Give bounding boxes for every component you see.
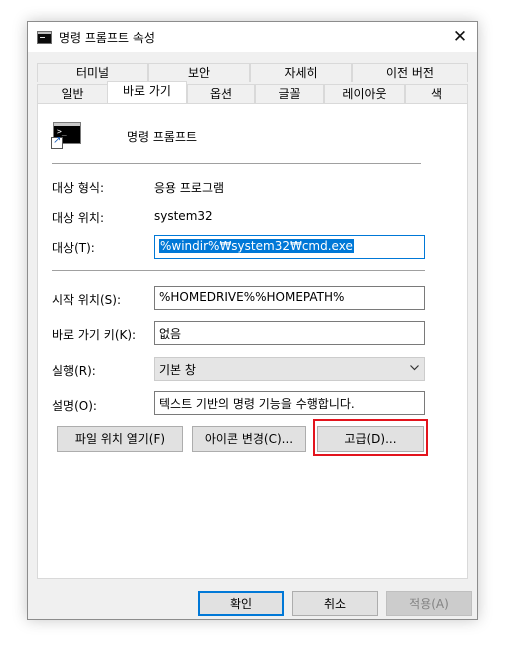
comment-input[interactable]: 텍스트 기반의 명령 기능을 수행합니다. — [154, 391, 425, 415]
run-label: 실행(R): — [52, 364, 96, 378]
cmd-title-icon — [37, 31, 52, 44]
target-location-label: 대상 위치: — [52, 211, 105, 225]
tab-shortcut[interactable]: 바로 가기 — [107, 81, 187, 103]
tab-details[interactable]: 자세히 — [250, 63, 352, 82]
advanced-button-highlight — [313, 419, 428, 456]
tab-general[interactable]: 일반 — [37, 84, 108, 103]
tab-font[interactable]: 글꼴 — [255, 84, 324, 103]
run-dropdown[interactable]: 기본 창 — [154, 357, 425, 381]
divider-top — [52, 163, 421, 164]
shortcut-key-input[interactable]: 없음 — [154, 321, 425, 345]
divider-middle — [52, 270, 425, 271]
run-dropdown-value: 기본 창 — [159, 363, 196, 377]
cancel-button[interactable]: 취소 — [292, 591, 378, 616]
apply-button[interactable]: 적용(A) — [386, 591, 472, 616]
target-input-text: %windir%₩system32₩cmd.exe — [159, 239, 354, 253]
target-label: 대상(T): — [52, 241, 95, 255]
close-button[interactable]: ✕ — [443, 22, 477, 52]
target-type-label: 대상 형식: — [52, 181, 105, 195]
properties-dialog: 명령 프롬프트 속성 ✕ 터미널 보안 자세히 이전 버전 일반 바로 가기 옵… — [27, 21, 478, 620]
cmd-icon — [51, 122, 81, 149]
shortcut-key-label: 바로 가기 키(K): — [52, 328, 137, 342]
tab-previous-versions[interactable]: 이전 버전 — [352, 63, 468, 82]
target-type-value: 응용 프로그램 — [154, 181, 225, 195]
start-in-label: 시작 위치(S): — [52, 293, 121, 307]
tab-layout[interactable]: 레이아웃 — [324, 84, 405, 103]
open-file-location-button[interactable]: 파일 위치 열기(F) — [57, 426, 183, 452]
shortcut-arrow-icon — [51, 135, 63, 149]
start-in-input[interactable]: %HOMEDRIVE%%HOMEPATH% — [154, 286, 425, 310]
tab-terminal[interactable]: 터미널 — [37, 63, 148, 82]
window-title: 명령 프롬프트 속성 — [59, 31, 155, 45]
tab-options[interactable]: 옵션 — [187, 84, 255, 103]
change-icon-button[interactable]: 아이콘 변경(C)... — [192, 426, 306, 452]
title-bar: 명령 프롬프트 속성 ✕ — [28, 22, 477, 52]
ok-button[interactable]: 확인 — [198, 591, 284, 616]
chevron-down-icon — [410, 365, 419, 371]
tab-security[interactable]: 보안 — [148, 63, 250, 82]
shortcut-name: 명령 프롬프트 — [127, 130, 198, 144]
target-input[interactable]: %windir%₩system32₩cmd.exe — [154, 235, 425, 259]
comment-label: 설명(O): — [52, 399, 97, 413]
target-location-value: system32 — [154, 209, 213, 223]
tab-colors[interactable]: 색 — [405, 84, 468, 103]
